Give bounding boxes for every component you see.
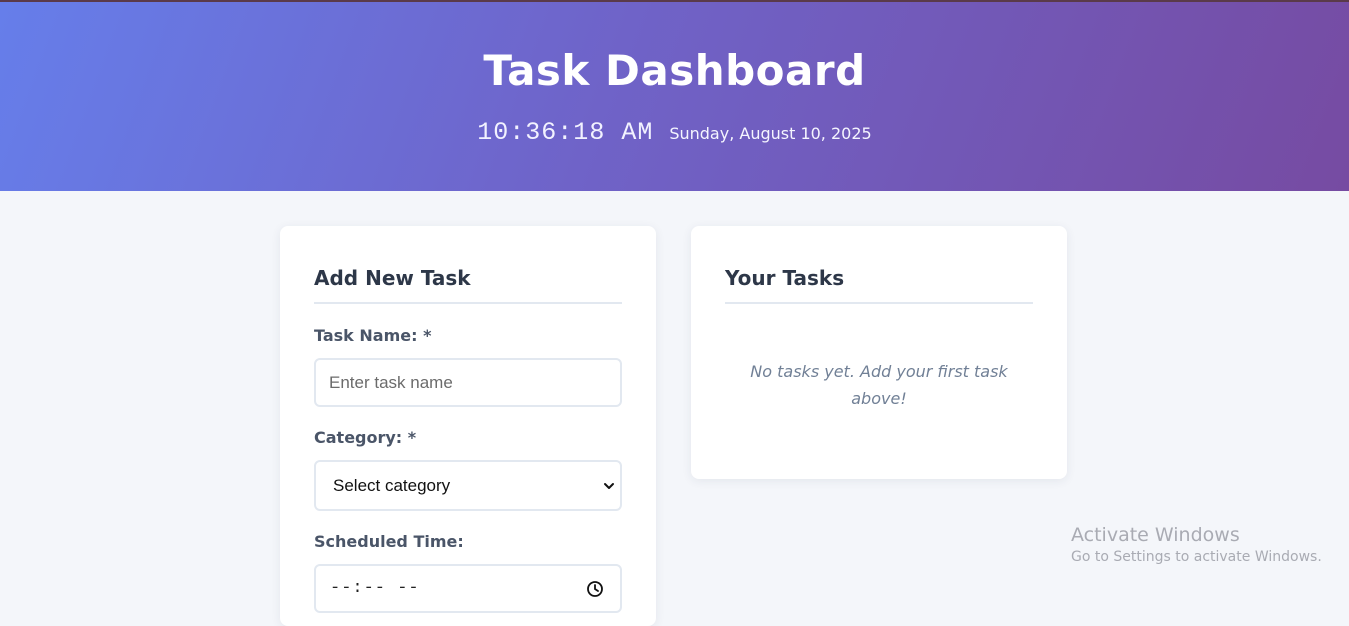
page-title: Task Dashboard [483, 46, 866, 95]
task-list-card: Your Tasks No tasks yet. Add your first … [691, 226, 1067, 479]
task-name-label: Task Name: * [314, 326, 432, 345]
scheduled-time-value: --:-- -- [330, 579, 420, 598]
top-border [0, 0, 1349, 2]
scheduled-time-input[interactable]: --:-- -- [314, 564, 622, 613]
live-clock: 10:36:18 AM [477, 118, 654, 147]
watermark-subtitle: Go to Settings to activate Windows. [1071, 549, 1322, 565]
dashboard-header: Task Dashboard 10:36:18 AM Sunday, Augus… [0, 0, 1349, 191]
task-name-input[interactable] [329, 372, 607, 393]
heading-divider [314, 302, 622, 304]
current-date: Sunday, August 10, 2025 [669, 124, 872, 143]
empty-state-message: No tasks yet. Add your first task above! [750, 362, 1008, 408]
add-task-heading: Add New Task [314, 266, 471, 290]
watermark-title: Activate Windows [1071, 524, 1240, 546]
heading-divider [725, 302, 1033, 304]
activate-windows-watermark: Activate Windows Go to Settings to activ… [1071, 524, 1322, 565]
category-selected-value: Select category [333, 475, 451, 495]
chevron-down-icon [604, 482, 614, 489]
task-name-field[interactable] [314, 358, 622, 407]
scheduled-time-label: Scheduled Time: [314, 532, 464, 551]
task-list-heading: Your Tasks [725, 266, 845, 290]
clock-icon[interactable] [586, 580, 604, 598]
category-select[interactable]: Select category [314, 460, 622, 511]
category-label: Category: * [314, 428, 417, 447]
datetime-display: 10:36:18 AM Sunday, August 10, 2025 [0, 118, 1349, 147]
add-task-card: Add New Task Task Name: * Category: * Se… [280, 226, 656, 626]
